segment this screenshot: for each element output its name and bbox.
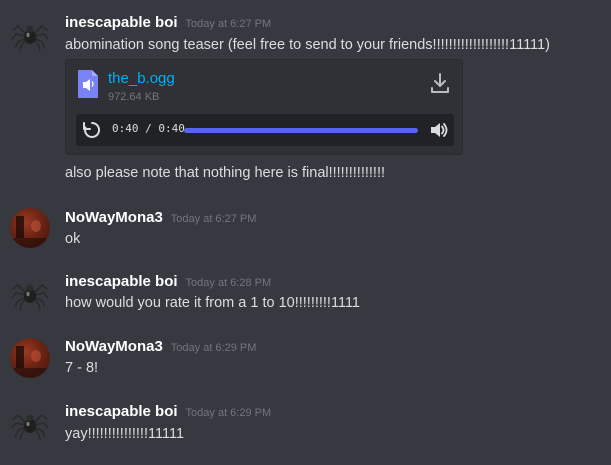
avatar[interactable]	[10, 338, 50, 378]
message-text: yay!!!!!!!!!!!!!!!11111	[65, 426, 185, 442]
username[interactable]: NoWayMona3	[65, 209, 163, 226]
time-display: 0:40 / 0:40	[112, 122, 185, 135]
message-text: 7 - 8!	[65, 360, 99, 376]
message-header: inescapable boi Today at 6:27 PM	[65, 14, 271, 34]
message-header: inescapable boi Today at 6:29 PM	[65, 403, 271, 423]
audio-file-icon	[78, 70, 98, 98]
timestamp: Today at 6:27 PM	[185, 18, 272, 30]
spider-icon	[11, 283, 49, 312]
spider-icon	[11, 413, 49, 442]
spider-icon	[11, 24, 49, 53]
audio-player: 0:40 / 0:40	[76, 114, 454, 146]
username[interactable]: inescapable boi	[65, 273, 178, 290]
avatar-image	[10, 346, 50, 378]
timestamp: Today at 6:29 PM	[170, 342, 257, 354]
progress-fill	[184, 128, 418, 133]
file-size: 972.64 KB	[108, 91, 160, 103]
timestamp: Today at 6:27 PM	[170, 213, 257, 225]
avatar[interactable]	[10, 273, 50, 313]
progress-bar[interactable]	[184, 128, 418, 133]
timestamp: Today at 6:28 PM	[185, 277, 272, 289]
message-header: NoWayMona3 Today at 6:27 PM	[65, 209, 256, 229]
message-text: abomination song teaser (feel free to se…	[65, 37, 550, 53]
message-header: inescapable boi Today at 6:28 PM	[65, 273, 271, 293]
username[interactable]: NoWayMona3	[65, 338, 163, 355]
replay-icon[interactable]	[82, 120, 102, 140]
timestamp: Today at 6:29 PM	[185, 407, 272, 419]
file-name-link[interactable]: the_b.ogg	[108, 70, 175, 87]
username[interactable]: inescapable boi	[65, 403, 178, 420]
download-icon[interactable]	[430, 72, 450, 94]
audio-attachment: the_b.ogg 972.64 KB 0:40 / 0:40	[65, 59, 463, 155]
avatar[interactable]	[10, 14, 50, 54]
message-text: how would you rate it from a 1 to 10!!!!…	[65, 295, 360, 311]
message-text: also please note that nothing here is fi…	[65, 165, 385, 181]
avatar[interactable]	[10, 403, 50, 443]
volume-icon[interactable]	[428, 120, 448, 140]
avatar-image	[10, 216, 50, 248]
message-header: NoWayMona3 Today at 6:29 PM	[65, 338, 256, 358]
username[interactable]: inescapable boi	[65, 14, 178, 31]
message-text: ok	[65, 231, 81, 247]
avatar[interactable]	[10, 208, 50, 248]
